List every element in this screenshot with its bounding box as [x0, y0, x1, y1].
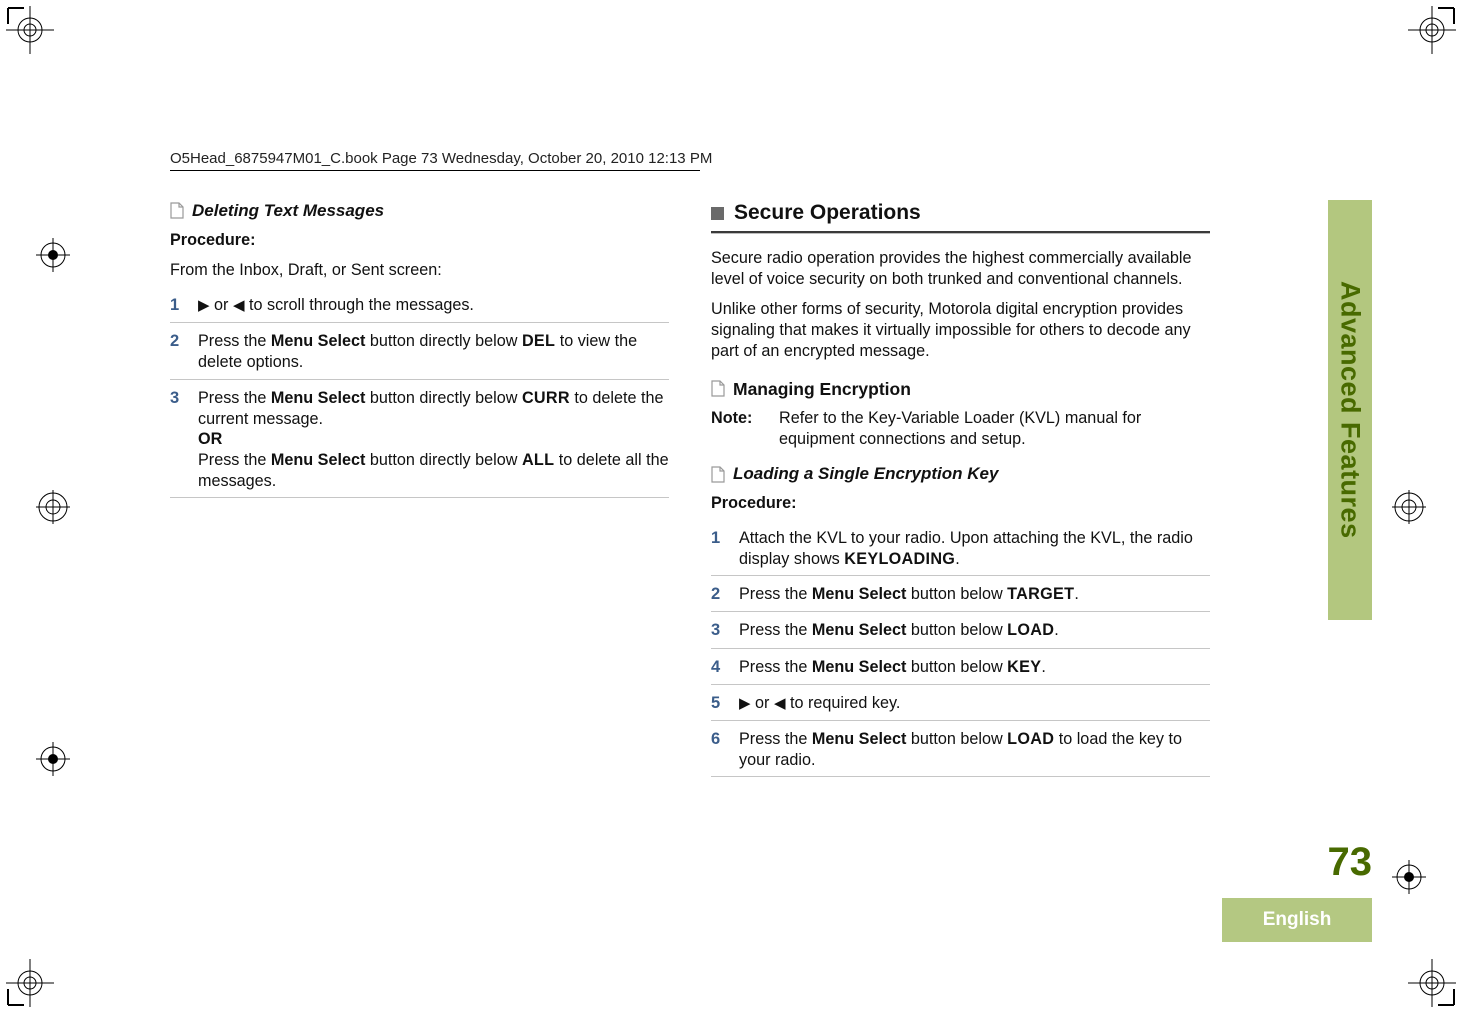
or-label: OR: [198, 429, 669, 450]
step-2: 2 Press the Menu Select button below TAR…: [711, 580, 1210, 612]
procedure-label: Procedure:: [170, 230, 669, 251]
running-header: O5Head_6875947M01_C.book Page 73 Wednesd…: [170, 150, 712, 171]
step-text: ▶ or ◀ to required key.: [739, 693, 1210, 714]
left-arrow-icon: ◀: [774, 696, 786, 711]
language-box: English: [1222, 898, 1372, 942]
step-number: 3: [711, 620, 725, 641]
note-block: Note: Refer to the Key-Variable Loader (…: [711, 408, 1210, 449]
step-number: 2: [170, 331, 184, 372]
side-tab: Advanced Features: [1328, 200, 1372, 620]
step-text: Attach the KVL to your radio. Upon attac…: [739, 528, 1210, 569]
step-number: 6: [711, 729, 725, 770]
procedure-label: Procedure:: [711, 493, 1210, 514]
left-arrow-icon: ◀: [233, 298, 245, 313]
registration-mark-icon: [1392, 860, 1426, 894]
intro-text: From the Inbox, Draft, or Sent screen:: [170, 260, 669, 281]
step-5: 5 ▶ or ◀ to required key.: [711, 689, 1210, 721]
side-tab-label: Advanced Features: [1335, 281, 1366, 539]
step-1: 1 Attach the KVL to your radio. Upon att…: [711, 524, 1210, 576]
document-icon: [170, 202, 184, 219]
note-text: Refer to the Key-Variable Loader (KVL) m…: [779, 408, 1210, 449]
document-icon: [711, 380, 725, 397]
right-arrow-icon: ▶: [198, 298, 210, 313]
step-text: Press the Menu Select button directly be…: [198, 388, 669, 492]
step-number: 5: [711, 693, 725, 714]
registration-mark-icon: [36, 490, 70, 524]
body-paragraph: Unlike other forms of security, Motorola…: [711, 299, 1210, 361]
page-number: 73: [1328, 840, 1373, 885]
subheading-text: Managing Encryption: [733, 378, 911, 400]
step-number: 4: [711, 657, 725, 678]
note-label: Note:: [711, 408, 765, 449]
step-number: 3: [170, 388, 184, 492]
document-icon: [711, 466, 725, 483]
subheading-text: Loading a Single Encryption Key: [733, 463, 998, 485]
language-label: English: [1263, 909, 1332, 931]
right-column: Secure Operations Secure radio operation…: [711, 200, 1210, 781]
subheading-loading-key: Loading a Single Encryption Key: [711, 463, 1210, 485]
step-text: Press the Menu Select button below LOAD.: [739, 620, 1210, 641]
square-bullet-icon: [711, 207, 724, 220]
registration-mark-icon: [36, 238, 70, 272]
step-text: Press the Menu Select button below KEY.: [739, 657, 1210, 678]
body-paragraph: Secure radio operation provides the high…: [711, 248, 1210, 289]
step-text: Press the Menu Select button directly be…: [198, 331, 669, 372]
step-number: 1: [711, 528, 725, 569]
step-4: 4 Press the Menu Select button below KEY…: [711, 653, 1210, 685]
right-arrow-icon: ▶: [739, 696, 751, 711]
step-3: 3 Press the Menu Select button below LOA…: [711, 616, 1210, 648]
subheading-text: Deleting Text Messages: [192, 200, 384, 222]
step-text: Press the Menu Select button below TARGE…: [739, 584, 1210, 605]
cropmark-top-right-icon: [1408, 6, 1456, 54]
step-6: 6 Press the Menu Select button below LOA…: [711, 725, 1210, 777]
step-3: 3 Press the Menu Select button directly …: [170, 384, 669, 499]
cropmark-bottom-left-icon: [6, 959, 54, 1007]
registration-mark-icon: [1392, 490, 1426, 524]
step-number: 1: [170, 295, 184, 316]
section-rule: [711, 231, 1210, 234]
step-number: 2: [711, 584, 725, 605]
step-2: 2 Press the Menu Select button directly …: [170, 327, 669, 379]
registration-mark-icon: [36, 742, 70, 776]
page-content: Deleting Text Messages Procedure: From t…: [170, 200, 1210, 781]
cropmark-bottom-right-icon: [1408, 959, 1456, 1007]
step-1: 1 ▶ or ◀ to scroll through the messages.: [170, 291, 669, 323]
running-header-text: O5Head_6875947M01_C.book Page 73 Wednesd…: [170, 150, 712, 167]
subheading-managing-encryption: Managing Encryption: [711, 378, 1210, 400]
section-title: Secure Operations: [734, 200, 921, 227]
subheading-deleting: Deleting Text Messages: [170, 200, 669, 222]
cropmark-top-left-icon: [6, 6, 54, 54]
step-text: Press the Menu Select button below LOAD …: [739, 729, 1210, 770]
step-text: ▶ or ◀ to scroll through the messages.: [198, 295, 669, 316]
left-column: Deleting Text Messages Procedure: From t…: [170, 200, 669, 781]
running-header-rule: [170, 170, 700, 171]
section-heading-secure-ops: Secure Operations: [711, 200, 1210, 227]
